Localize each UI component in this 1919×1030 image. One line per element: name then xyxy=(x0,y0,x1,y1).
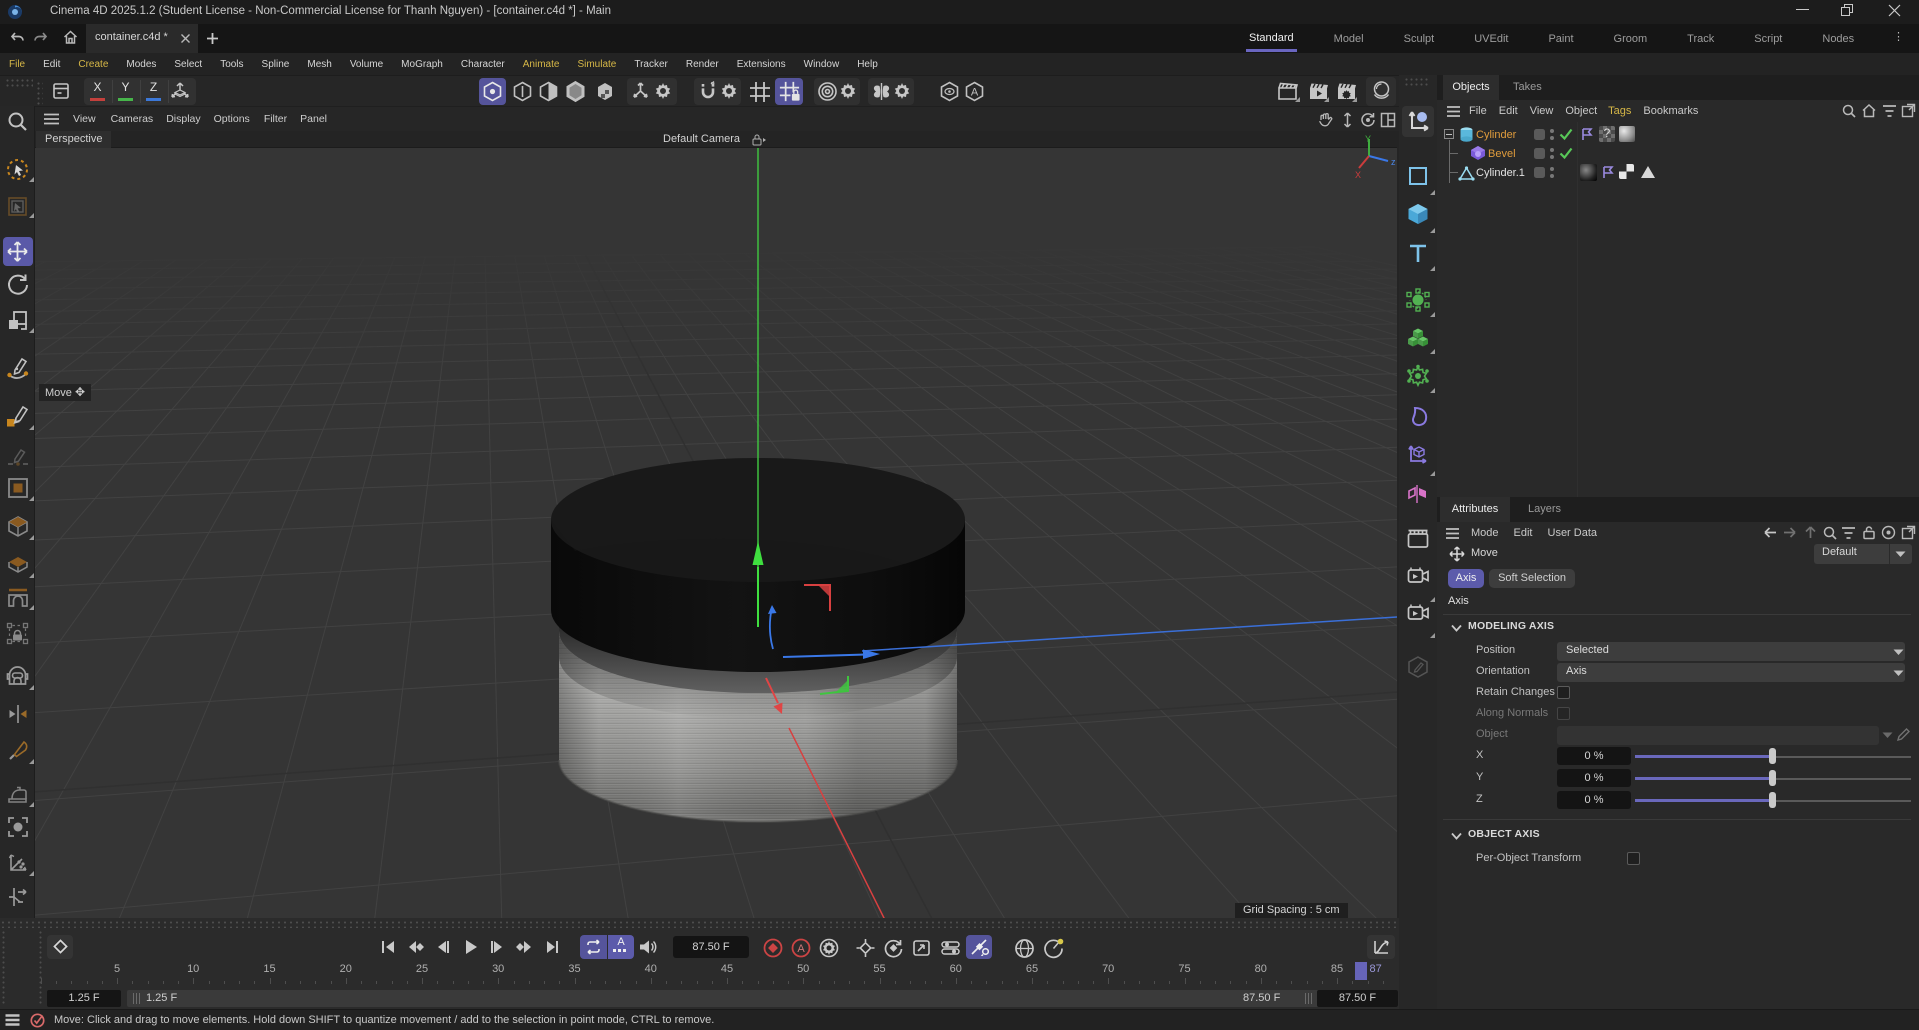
svg-text:z: z xyxy=(1391,157,1396,167)
svg-text:X: X xyxy=(1355,170,1361,180)
svg-text:A: A xyxy=(797,943,805,955)
svg-text:Y: Y xyxy=(1365,134,1371,144)
svg-text:A: A xyxy=(971,87,979,99)
